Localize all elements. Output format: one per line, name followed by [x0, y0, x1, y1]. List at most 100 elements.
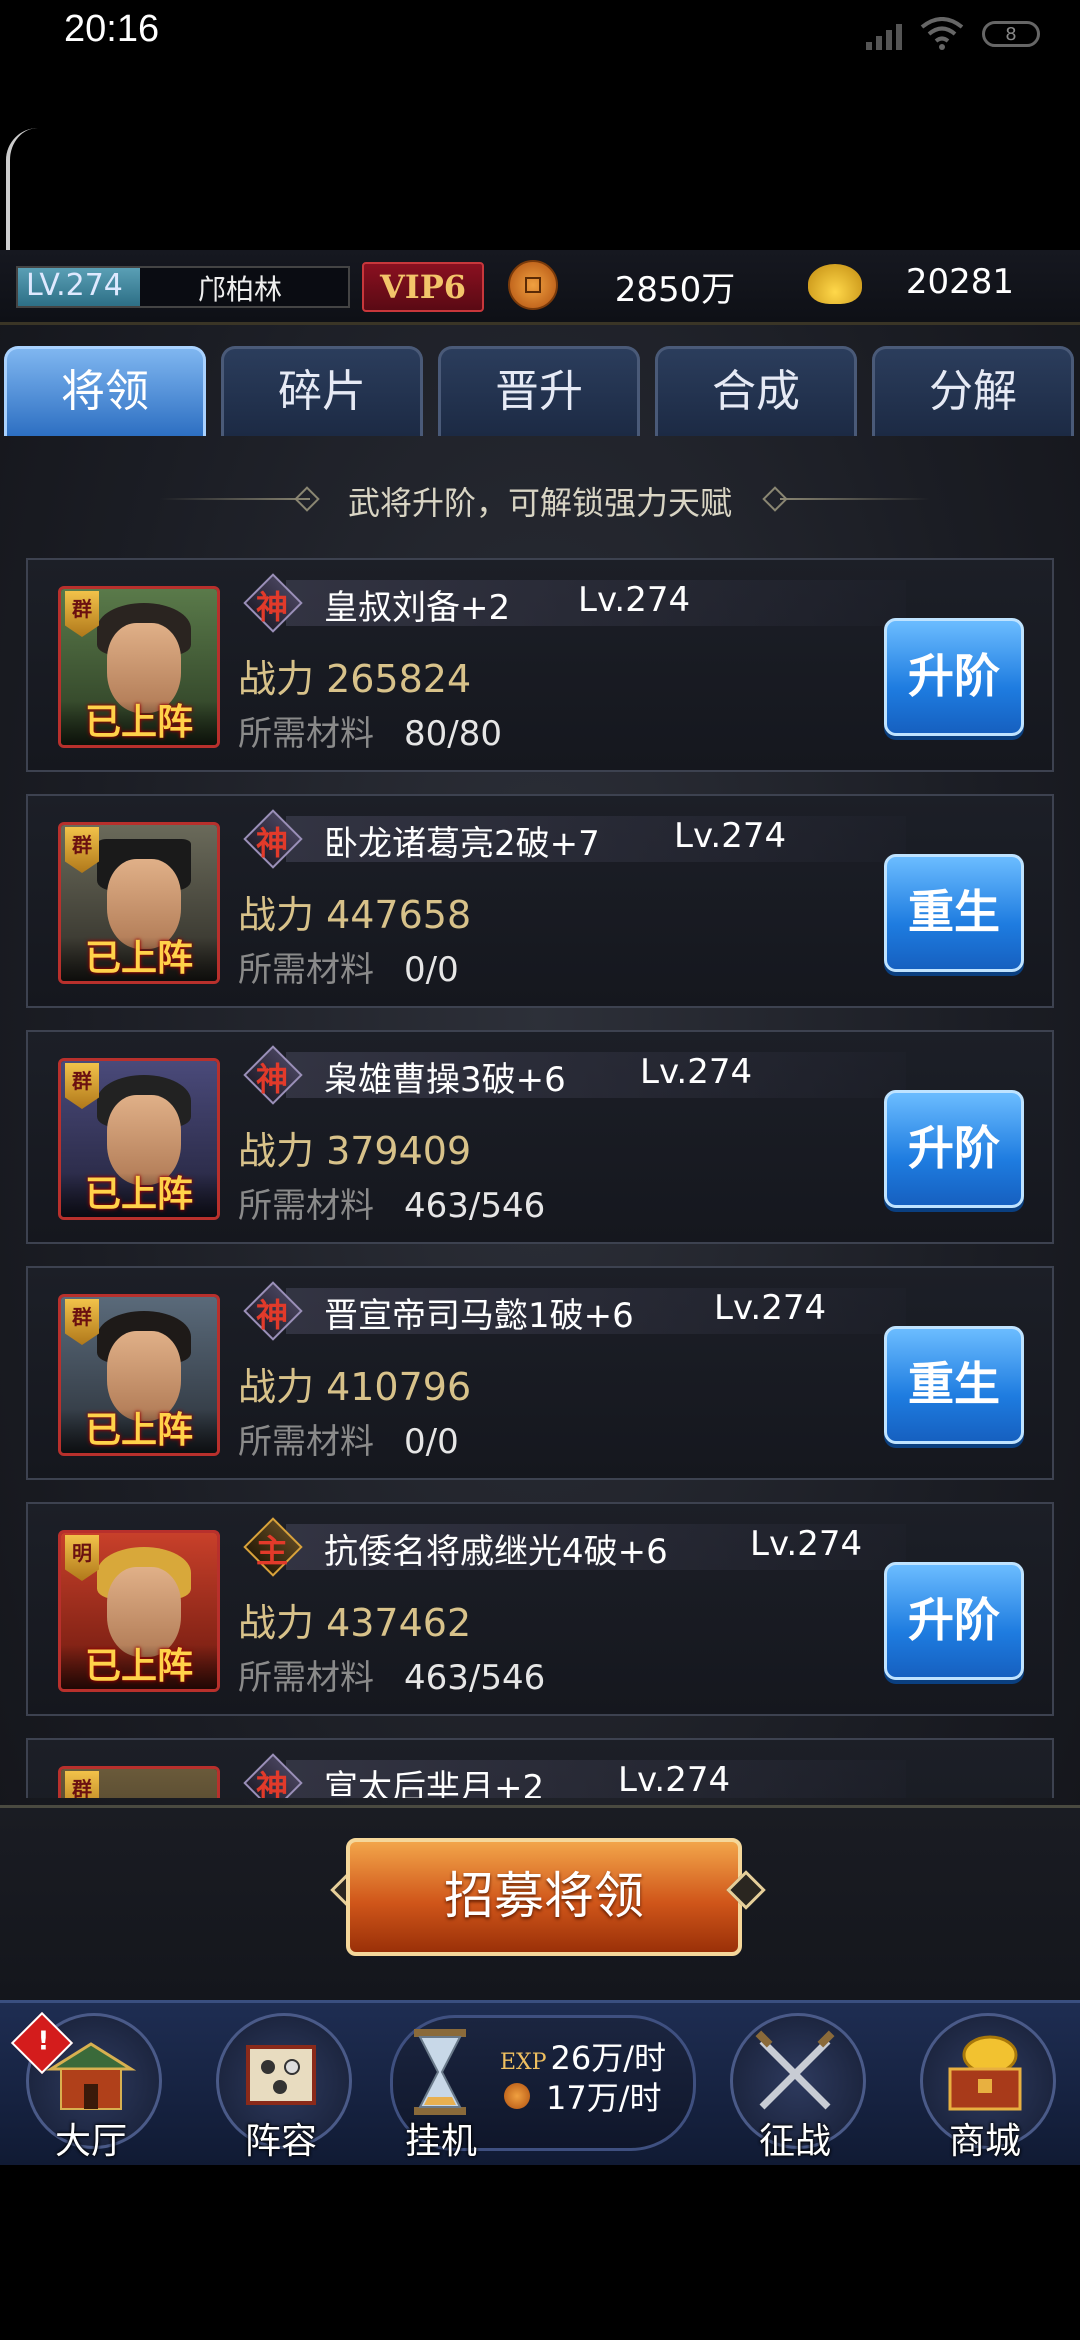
signal-icon [866, 18, 902, 50]
general-portrait[interactable]: 群 已上阵 [58, 1058, 220, 1220]
materials: 所需材料 80/80 [238, 714, 502, 754]
divider-left [160, 498, 310, 500]
rank-badge-icon: 主 [243, 1517, 303, 1577]
general-name: 枭雄曹操3破+6 [324, 1060, 566, 1100]
general-name: 皇叔刘备+2 [324, 588, 511, 628]
tab-decompose[interactable]: 分解 [872, 346, 1074, 436]
advance-button[interactable]: 升阶 [884, 1090, 1024, 1208]
rank-badge-icon: 神 [243, 1281, 303, 1341]
top-black-area [0, 70, 1080, 258]
general-card[interactable]: 群 神 宣太后芈月+2 Lv.274 [26, 1738, 1054, 1798]
recruit-generals-button[interactable]: 招募将领 [346, 1838, 742, 1956]
tab-compose[interactable]: 合成 [655, 346, 857, 436]
idle-coin-icon [504, 2083, 530, 2109]
general-card[interactable]: 群 已上阵 神 卧龙诸葛亮2破+7 Lv.274 战力 447658 所需材料 0… [26, 794, 1054, 1008]
rank-badge-icon: 神 [243, 1045, 303, 1105]
general-power: 战力 437462 [238, 1601, 472, 1645]
advance-button[interactable]: 升阶 [884, 618, 1024, 736]
general-card[interactable]: 群 已上阵 神 晋宣帝司马懿1破+6 Lv.274 战力 410796 所需材料… [26, 1266, 1054, 1480]
nav-battle[interactable]: 征战 [720, 2009, 870, 2164]
general-portrait[interactable]: 群 已上阵 [58, 586, 220, 748]
hourglass-icon [414, 2029, 466, 2115]
recruit-panel: 招募将领 [0, 1805, 1080, 2003]
general-name: 宣太后芈月+2 [324, 1768, 545, 1798]
materials: 所需材料 0/0 [238, 950, 459, 990]
deployed-label: 已上阵 [61, 1173, 217, 1217]
general-level: Lv.274 [714, 1288, 827, 1328]
subtitle-row: 武将升阶，可解锁强力天赋 [0, 468, 1080, 528]
resource-bar: LV.274 邝柏林 VIP6 2850万 20281 [0, 250, 1080, 325]
nav-idle[interactable]: 挂机 [366, 2009, 516, 2164]
general-power: 战力 410796 [238, 1365, 472, 1409]
tab-promote[interactable]: 晋升 [438, 346, 640, 436]
general-name: 晋宣帝司马懿1破+6 [324, 1296, 634, 1336]
rank-badge-icon: 神 [243, 809, 303, 869]
deployed-label: 已上阵 [61, 701, 217, 745]
level-text: LV.274 [26, 268, 123, 303]
general-portrait[interactable]: 明 已上阵 [58, 1530, 220, 1692]
advance-button[interactable]: 升阶 [884, 1562, 1024, 1680]
tab-fragments[interactable]: 碎片 [221, 346, 423, 436]
coin-amount: 2850万 [614, 270, 736, 310]
nav-shop-label: 商城 [948, 2121, 1021, 2162]
deployed-label: 已上阵 [61, 937, 217, 981]
materials: 所需材料 463/546 [238, 1186, 546, 1226]
gold-ingot-icon [808, 264, 862, 304]
general-level: Lv.274 [640, 1052, 753, 1092]
deployed-label: 已上阵 [61, 1409, 217, 1453]
status-bar: 20:16 8 [0, 0, 1080, 70]
vip-badge[interactable]: VIP6 [362, 262, 484, 312]
nav-shop[interactable]: 商城 [910, 2009, 1060, 2164]
nav-battle-label: 征战 [758, 2121, 831, 2162]
scroll-map-icon [246, 2045, 316, 2105]
battery-icon: 8 [982, 21, 1040, 47]
general-level: Lv.274 [578, 580, 691, 620]
edge-back-gesture [6, 128, 38, 258]
general-screen: LV.274 邝柏林 VIP6 2850万 20281 将领 碎片 晋升 合成 … [0, 250, 1080, 2168]
nav-lineup[interactable]: 阵容 [206, 2009, 356, 2164]
general-level: Lv.274 [674, 816, 787, 856]
general-level: Lv.274 [618, 1760, 731, 1798]
treasure-chest-icon [948, 2035, 1022, 2111]
nav-hall[interactable]: ! 大厅 [10, 2009, 166, 2164]
general-list[interactable]: 群 已上阵 神 皇叔刘备+2 Lv.274 战力 265824 所需材料 80/8… [26, 558, 1056, 1798]
materials: 所需材料 0/0 [238, 1422, 459, 1462]
idle-coin-rate: 17万/时 [546, 2079, 662, 2117]
general-name: 卧龙诸葛亮2破+7 [324, 824, 600, 864]
bottom-black-area [0, 2165, 1080, 2340]
crossed-swords-icon [755, 2030, 835, 2110]
level-bar: LV.274 邝柏林 [16, 266, 350, 308]
tab-generals[interactable]: 将领 [4, 346, 206, 436]
general-power: 战力 447658 [238, 893, 472, 937]
wifi-icon [920, 17, 964, 50]
faction-badge: 群 [65, 1771, 99, 1798]
rank-badge-icon: 神 [243, 573, 303, 633]
status-icons: 8 [866, 14, 1040, 54]
subtitle: 武将升阶，可解锁强力天赋 [347, 484, 732, 522]
rebirth-button[interactable]: 重生 [884, 854, 1024, 972]
player-name: 邝柏林 [198, 273, 283, 306]
general-power: 战力 265824 [238, 657, 472, 701]
nav-lineup-label: 阵容 [244, 2121, 317, 2162]
copper-coin-icon [508, 260, 558, 310]
general-portrait[interactable]: 群 已上阵 [58, 1294, 220, 1456]
general-name: 抗倭名将戚继光4破+6 [324, 1532, 668, 1572]
general-power: 战力 379409 [238, 1129, 472, 1173]
divider-diamond-left [294, 486, 320, 512]
rank-badge-icon: 神 [243, 1753, 303, 1798]
ingot-amount: 20281 [905, 262, 1015, 302]
general-card[interactable]: 群 已上阵 神 皇叔刘备+2 Lv.274 战力 265824 所需材料 80/8… [26, 558, 1054, 772]
bottom-nav: ! 大厅 阵容 挂机 EXP 26万/时 17万/时 征战 商城 [0, 2000, 1080, 2168]
nav-hall-label: 大厅 [54, 2121, 127, 2162]
deployed-label: 已上阵 [61, 1645, 217, 1689]
tab-bar: 将领 碎片 晋升 合成 分解 [0, 346, 1080, 438]
nav-idle-label: 挂机 [404, 2121, 477, 2162]
materials: 所需材料 463/546 [238, 1658, 546, 1698]
divider-right [780, 498, 930, 500]
rebirth-button[interactable]: 重生 [884, 1326, 1024, 1444]
status-time: 20:16 [64, 8, 160, 50]
general-portrait[interactable]: 群 已上阵 [58, 822, 220, 984]
general-card[interactable]: 群 已上阵 神 枭雄曹操3破+6 Lv.274 战力 379409 所需材料 46… [26, 1030, 1054, 1244]
general-portrait[interactable]: 群 [58, 1766, 220, 1798]
general-card[interactable]: 明 已上阵 主 抗倭名将戚继光4破+6 Lv.274 战力 437462 所需材… [26, 1502, 1054, 1716]
